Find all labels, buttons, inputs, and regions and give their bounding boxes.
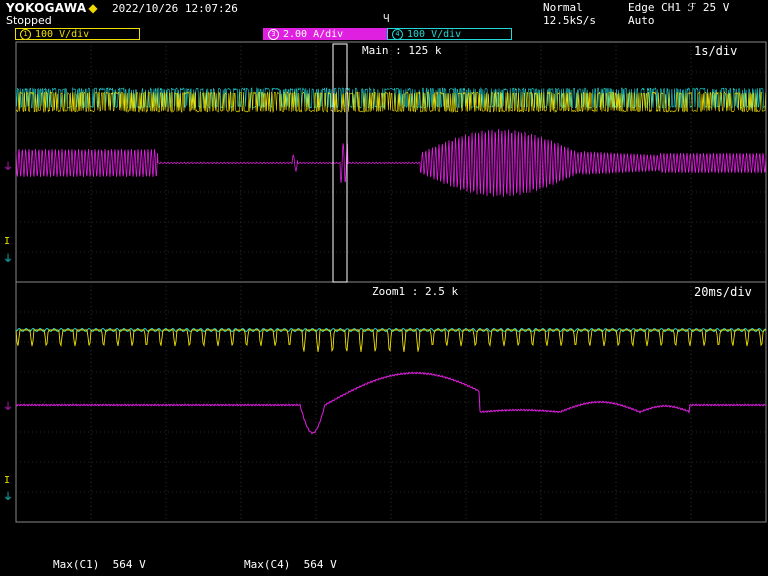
svg-text:⏚: ⏚ bbox=[3, 161, 13, 173]
svg-text:⏚: ⏚ bbox=[3, 491, 13, 503]
zoom-timebase: 20ms/div bbox=[694, 285, 752, 299]
trigger-level-icon: I I bbox=[4, 236, 10, 486]
waveform-traces bbox=[15, 86, 767, 435]
main-window-label: Main : 125 k bbox=[362, 44, 442, 57]
zoom-grid bbox=[15, 281, 767, 523]
measurement-max-c1: Max(C1) 564 V bbox=[53, 558, 146, 571]
svg-text:⏚: ⏚ bbox=[3, 401, 13, 413]
zoom-ch1-trace bbox=[15, 329, 766, 353]
svg-text:I: I bbox=[4, 475, 10, 486]
ground-marker-icon: ⏚ ⏚ ⏚ ⏚ bbox=[3, 161, 13, 503]
svg-text:I: I bbox=[4, 236, 10, 247]
measurement-max-c4: Max(C4) 564 V bbox=[244, 558, 337, 571]
svg-text:⏚: ⏚ bbox=[3, 253, 13, 265]
main-timebase: 1s/div bbox=[694, 44, 738, 58]
zoom-window-label: Zoom1 : 2.5 k bbox=[372, 285, 459, 298]
